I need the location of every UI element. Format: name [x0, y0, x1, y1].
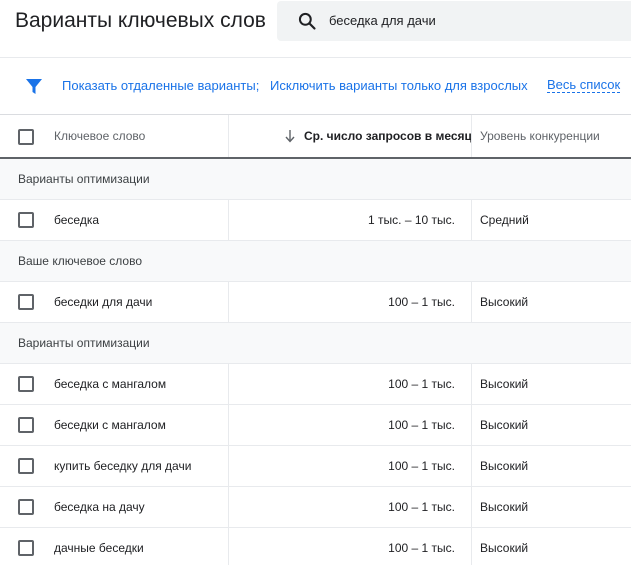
column-divider	[471, 405, 472, 445]
arrow-down-icon[interactable]	[284, 129, 296, 143]
search-box[interactable]: беседка для дачи	[277, 1, 631, 41]
row-checkbox[interactable]	[18, 212, 34, 228]
row-checkbox[interactable]	[18, 499, 34, 515]
competition-cell: Средний	[480, 213, 529, 227]
avg-searches-cell: 100 – 1 тыс.	[388, 541, 455, 555]
competition-cell: Высокий	[480, 500, 529, 514]
row-checkbox[interactable]	[18, 417, 34, 433]
page-title: Варианты ключевых слов	[15, 9, 266, 32]
group-header: Ваше ключевое слово	[0, 241, 631, 282]
search-icon	[298, 12, 316, 30]
row-checkbox[interactable]	[18, 540, 34, 556]
column-divider	[471, 115, 472, 157]
keyword-table: Ключевое слово Ср. число запросов в меся…	[0, 114, 631, 565]
column-header-avg-searches[interactable]: Ср. число запросов в месяц	[304, 129, 472, 143]
column-divider	[228, 405, 229, 445]
competition-cell: Высокий	[480, 541, 529, 555]
show-remote-variants-link[interactable]: Показать отдаленные варианты;	[62, 78, 259, 93]
column-divider	[228, 115, 229, 157]
page-header: Варианты ключевых слов беседка для дачи	[0, 0, 631, 57]
column-divider	[471, 528, 472, 565]
keyword-cell: купить беседку для дачи	[54, 459, 192, 473]
avg-searches-cell: 100 – 1 тыс.	[388, 418, 455, 432]
keyword-cell: дачные беседки	[54, 541, 144, 555]
column-divider	[228, 528, 229, 565]
filter-icon[interactable]	[24, 77, 44, 97]
column-divider	[228, 487, 229, 527]
avg-searches-cell: 100 – 1 тыс.	[388, 295, 455, 309]
competition-cell: Высокий	[480, 418, 529, 432]
keyword-cell: беседки с мангалом	[54, 418, 166, 432]
row-checkbox[interactable]	[18, 294, 34, 310]
column-divider	[228, 282, 229, 322]
column-header-keyword[interactable]: Ключевое слово	[54, 129, 145, 143]
keyword-cell: беседка на дачу	[54, 500, 145, 514]
column-divider	[471, 487, 472, 527]
exclude-adult-link[interactable]: Исключить варианты только для взрослых	[270, 78, 528, 93]
competition-cell: Высокий	[480, 377, 529, 391]
avg-searches-cell: 100 – 1 тыс.	[388, 500, 455, 514]
keyword-cell: беседка с мангалом	[54, 377, 167, 391]
keyword-cell: беседка	[54, 213, 100, 227]
column-header-competition[interactable]: Уровень конкуренции	[480, 129, 600, 143]
group-header: Варианты оптимизации	[0, 323, 631, 364]
row-checkbox[interactable]	[18, 376, 34, 392]
search-input[interactable]: беседка для дачи	[329, 13, 436, 28]
competition-cell: Высокий	[480, 459, 529, 473]
avg-searches-cell: 100 – 1 тыс.	[388, 377, 455, 391]
competition-cell: Высокий	[480, 295, 529, 309]
column-divider	[471, 200, 472, 240]
row-checkbox[interactable]	[18, 458, 34, 474]
avg-searches-cell: 1 тыс. – 10 тыс.	[368, 213, 455, 227]
column-divider	[471, 446, 472, 486]
table-row: беседки для дачи 100 – 1 тыс. Высокий	[0, 282, 631, 323]
column-divider	[471, 282, 472, 322]
table-row: купить беседку для дачи 100 – 1 тыс. Выс…	[0, 446, 631, 487]
filter-bar: Показать отдаленные варианты; Исключить …	[0, 57, 631, 114]
group-label: Варианты оптимизации	[18, 336, 150, 350]
group-label: Варианты оптимизации	[18, 172, 150, 186]
table-row: беседка 1 тыс. – 10 тыс. Средний	[0, 200, 631, 241]
select-all-checkbox[interactable]	[18, 129, 34, 145]
group-header: Варианты оптимизации	[0, 159, 631, 200]
column-divider	[471, 364, 472, 404]
full-list-link[interactable]: Весь список	[547, 78, 621, 93]
table-row: беседка с мангалом 100 – 1 тыс. Высокий	[0, 364, 631, 405]
table-row: дачные беседки 100 – 1 тыс. Высокий	[0, 528, 631, 565]
avg-searches-cell: 100 – 1 тыс.	[388, 459, 455, 473]
column-divider	[228, 446, 229, 486]
table-row: беседки с мангалом 100 – 1 тыс. Высокий	[0, 405, 631, 446]
column-divider	[228, 200, 229, 240]
keyword-cell: беседки для дачи	[54, 295, 153, 309]
column-divider	[228, 364, 229, 404]
table-row: беседка на дачу 100 – 1 тыс. Высокий	[0, 487, 631, 528]
table-header: Ключевое слово Ср. число запросов в меся…	[0, 114, 631, 159]
group-label: Ваше ключевое слово	[18, 254, 143, 268]
